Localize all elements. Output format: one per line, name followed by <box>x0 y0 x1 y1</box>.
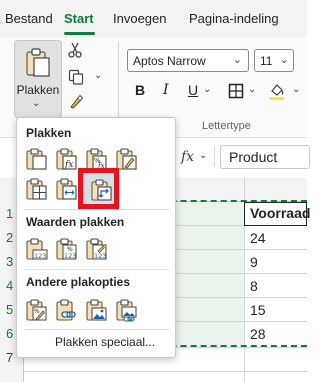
format-painter-icon[interactable] <box>68 94 84 115</box>
fill-color-icon[interactable] <box>268 82 286 105</box>
row-number[interactable]: 5 <box>6 302 13 317</box>
chevron-down-icon[interactable]: ⌄ <box>199 150 207 161</box>
paste-options-menu: Plakken fx % fx Waarden plakken 123 % 12… <box>16 117 176 358</box>
tab-bestand[interactable]: Bestand <box>5 11 53 26</box>
row-number[interactable]: 6 <box>6 326 13 341</box>
paste-linked-picture-button[interactable] <box>113 297 139 323</box>
paste-column-widths-button[interactable] <box>53 176 79 202</box>
menu-bar: Bestand Start Invoegen Pagina-indeling <box>0 0 307 38</box>
tab-invoegen[interactable]: Invoegen <box>113 11 167 26</box>
section-title-values: Waarden plakken <box>26 215 125 229</box>
paste-formatting-button[interactable]: % <box>23 297 49 323</box>
font-group-label: Lettertype <box>202 120 251 132</box>
row-number[interactable]: 4 <box>6 278 13 293</box>
gridline <box>24 371 307 372</box>
row-number[interactable]: 2 <box>6 230 13 245</box>
paste-transpose-highlight[interactable] <box>78 168 119 209</box>
svg-text:123: 123 <box>64 252 76 260</box>
paste-link-button[interactable] <box>53 297 79 323</box>
underline-button[interactable]: U <box>188 82 198 98</box>
section-title-paste: Plakken <box>26 126 72 140</box>
borders-icon[interactable] <box>228 83 244 104</box>
paste-values-number-format-button[interactable]: % 123 <box>53 236 79 262</box>
paste-values-button[interactable]: 123 <box>23 236 49 262</box>
formula-divider <box>214 147 215 167</box>
table-cell[interactable]: 15 <box>250 302 266 318</box>
paste-label: Plakken <box>16 83 60 97</box>
section-title-other: Andere plakopties <box>26 275 131 289</box>
font-size-value: 11 <box>260 54 273 68</box>
chevron-down-icon: ⌄ <box>279 54 289 66</box>
svg-text:123: 123 <box>94 252 106 260</box>
paste-picture-button[interactable] <box>83 297 109 323</box>
tab-start[interactable]: Start <box>64 11 94 26</box>
row-number[interactable]: 7 <box>6 350 13 365</box>
copy-icon[interactable] <box>68 69 84 90</box>
paste-button[interactable]: Plakken ⌄ <box>14 40 62 118</box>
table-cell[interactable]: Voorraad <box>250 205 310 221</box>
scissors-icon[interactable] <box>68 42 82 63</box>
menu-divider <box>25 209 169 210</box>
row-number[interactable]: 1 <box>6 206 13 221</box>
svg-text:fx: fx <box>64 160 73 170</box>
svg-text:%: % <box>34 308 40 315</box>
table-cell[interactable]: 28 <box>250 326 266 342</box>
underline-chevron-icon[interactable]: ⌄ <box>203 84 211 95</box>
bold-button[interactable]: B <box>135 82 145 98</box>
copy-chevron-icon[interactable]: ⌄ <box>94 70 102 81</box>
svg-text:123: 123 <box>34 252 46 260</box>
paste-special-item[interactable]: Plakken speciaal... <box>55 335 155 349</box>
font-size-select[interactable]: 11 ⌄ <box>254 49 294 72</box>
fill-chevron-icon[interactable]: ⌄ <box>292 84 300 95</box>
font-name-value: Aptos Narrow <box>133 54 206 68</box>
chevron-down-icon: ⌄ <box>232 54 242 66</box>
paste-values-source-formatting-button[interactable]: 123 <box>83 236 109 262</box>
row-number[interactable]: 3 <box>6 254 13 269</box>
paste-no-borders-button[interactable] <box>23 176 49 202</box>
table-cell[interactable]: 8 <box>250 278 258 294</box>
table-cell[interactable]: 24 <box>250 230 266 246</box>
paste-formulas-button[interactable]: fx <box>53 146 79 172</box>
tab-pagina-indeling[interactable]: Pagina-indeling <box>189 11 279 26</box>
paste-default-button[interactable] <box>23 146 49 172</box>
borders-chevron-icon[interactable]: ⌄ <box>248 84 256 95</box>
clipboard-icon <box>25 47 51 82</box>
formula-input[interactable]: Product <box>220 145 310 169</box>
menu-divider <box>25 329 169 330</box>
font-name-select[interactable]: Aptos Narrow ⌄ <box>127 49 249 72</box>
chevron-down-icon[interactable]: ⌄ <box>32 98 40 109</box>
active-tab-indicator <box>64 32 95 35</box>
ribbon-divider <box>118 42 119 128</box>
italic-button[interactable]: I <box>163 82 169 98</box>
insert-function-button[interactable]: fx <box>181 149 194 165</box>
table-cell[interactable]: 9 <box>250 254 258 270</box>
menu-divider <box>25 269 169 270</box>
